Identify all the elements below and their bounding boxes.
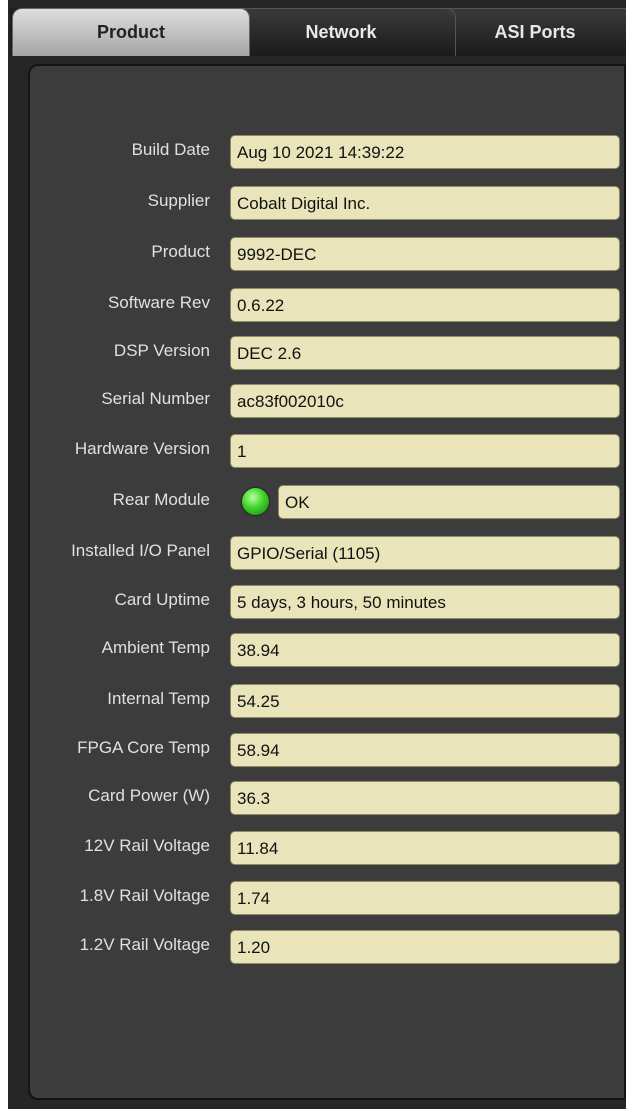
tab-asi-ports[interactable]: ASI Ports [430, 8, 626, 56]
ambient-temp-label: Ambient Temp [101, 638, 210, 657]
row-dsp-version: DSP Version DEC 2.6 [0, 335, 626, 371]
row-supplier: Supplier Cobalt Digital Inc. [0, 185, 626, 221]
tab-bar: Product Network ASI Ports [10, 8, 626, 56]
supplier-label: Supplier [147, 191, 210, 210]
row-card-power: Card Power (W) 36.3 [0, 780, 626, 816]
ambient-temp-field: 38.94 [230, 633, 620, 667]
rear-module-label: Rear Module [112, 490, 210, 509]
row-fpga-core-temp: FPGA Core Temp 58.94 [0, 732, 626, 768]
row-hardware-version: Hardware Version 1 [0, 433, 626, 469]
card-uptime-field: 5 days, 3 hours, 50 minutes [230, 585, 620, 619]
1-2v-rail-voltage-field: 1.20 [230, 930, 620, 964]
green-led-icon [242, 488, 269, 515]
hardware-version-field: 1 [230, 434, 620, 468]
installed-io-panel-label: Installed I/O Panel [71, 541, 210, 560]
hardware-version-label: Hardware Version [74, 439, 210, 458]
row-product: Product 9992-DEC [0, 236, 626, 272]
row-rear-module: Rear Module OK [0, 484, 626, 520]
12v-rail-voltage-field: 11.84 [230, 831, 620, 865]
1-8v-rail-voltage-label: 1.8V Rail Voltage [79, 886, 210, 905]
product-label: Product [151, 242, 210, 261]
row-card-uptime: Card Uptime 5 days, 3 hours, 50 minutes [0, 584, 626, 620]
serial-number-label: Serial Number [101, 389, 210, 408]
row-1-2v-rail-voltage: 1.2V Rail Voltage 1.20 [0, 929, 626, 965]
rear-module-status-field: OK [278, 485, 620, 519]
row-serial-number: Serial Number ac83f002010c [0, 383, 626, 419]
tab-product[interactable]: Product [12, 8, 250, 56]
dsp-version-label: DSP Version [113, 341, 210, 360]
card-uptime-label: Card Uptime [114, 590, 210, 609]
row-internal-temp: Internal Temp 54.25 [0, 683, 626, 719]
row-installed-io-panel: Installed I/O Panel GPIO/Serial (1105) [0, 535, 626, 571]
fpga-core-temp-field: 58.94 [230, 733, 620, 767]
build-date-field: Aug 10 2021 14:39:22 [230, 135, 620, 169]
12v-rail-voltage-label: 12V Rail Voltage [84, 836, 210, 855]
installed-io-panel-field: GPIO/Serial (1105) [230, 536, 620, 570]
internal-temp-field: 54.25 [230, 684, 620, 718]
row-software-rev: Software Rev 0.6.22 [0, 287, 626, 323]
1-2v-rail-voltage-label: 1.2V Rail Voltage [79, 935, 210, 954]
product-field: 9992-DEC [230, 237, 620, 271]
card-power-field: 36.3 [230, 781, 620, 815]
internal-temp-label: Internal Temp [107, 689, 210, 708]
row-build-date: Build Date Aug 10 2021 14:39:22 [0, 134, 626, 170]
build-date-label: Build Date [131, 140, 210, 159]
card-power-label: Card Power (W) [88, 786, 210, 805]
software-rev-field: 0.6.22 [230, 288, 620, 322]
row-12v-rail-voltage: 12V Rail Voltage 11.84 [0, 830, 626, 866]
tab-network[interactable]: Network [226, 8, 456, 56]
1-8v-rail-voltage-field: 1.74 [230, 881, 620, 915]
row-ambient-temp: Ambient Temp 38.94 [0, 632, 626, 668]
serial-number-field: ac83f002010c [230, 384, 620, 418]
software-rev-label: Software Rev [107, 293, 210, 312]
supplier-field: Cobalt Digital Inc. [230, 186, 620, 220]
row-1-8v-rail-voltage: 1.8V Rail Voltage 1.74 [0, 880, 626, 916]
fpga-core-temp-label: FPGA Core Temp [77, 738, 210, 757]
dsp-version-field: DEC 2.6 [230, 336, 620, 370]
